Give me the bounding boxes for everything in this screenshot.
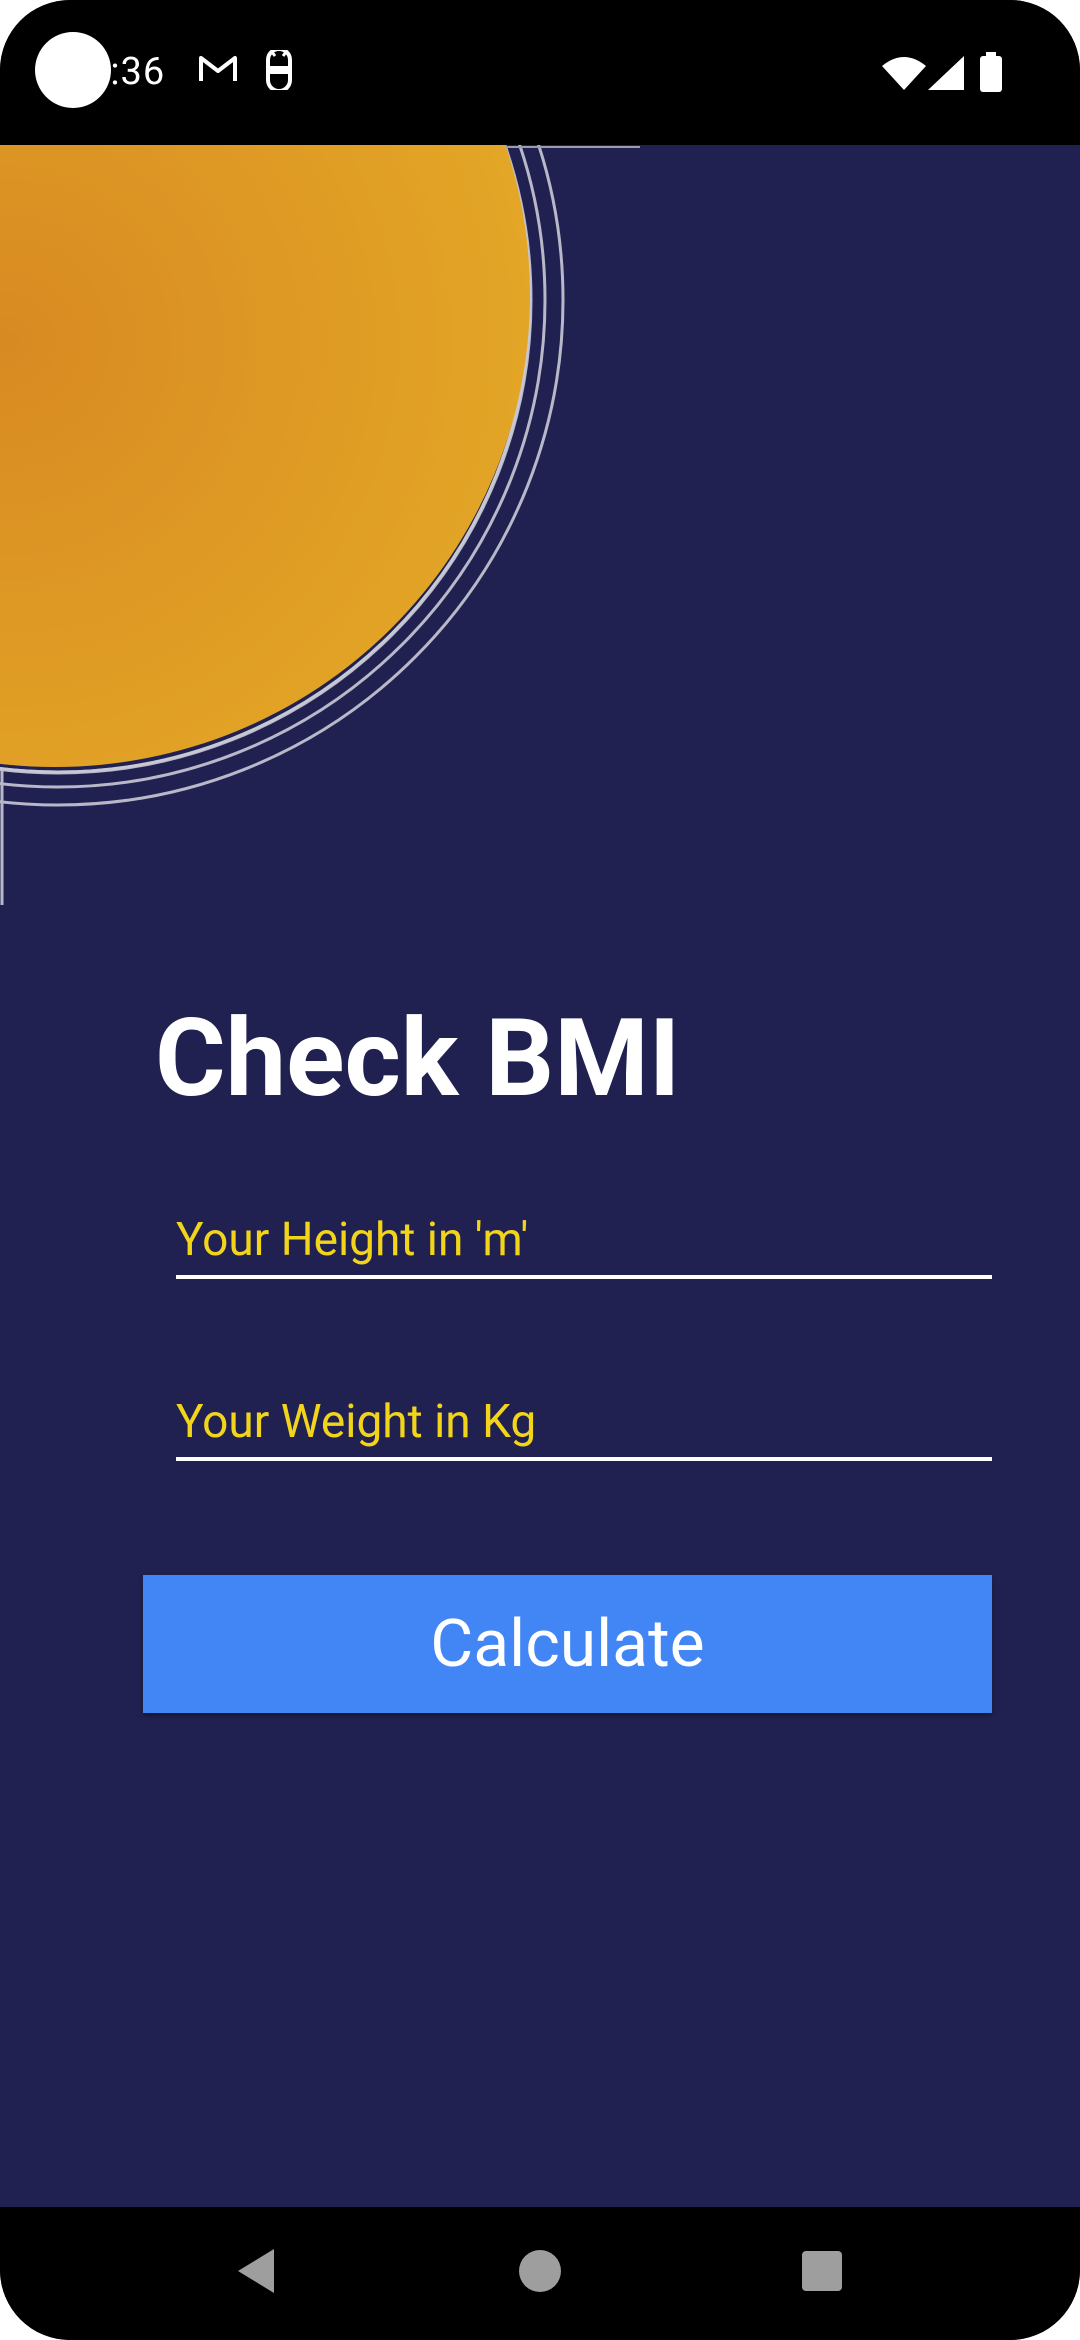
- sun-decoration: [0, 145, 640, 905]
- battery-icon: [980, 52, 1002, 96]
- phone-screen: 0:36 Check BMI Your Height in 'm' Your W…: [0, 0, 1080, 2340]
- home-icon[interactable]: [518, 2247, 562, 2299]
- gmail-icon: [198, 54, 238, 88]
- calculate-button[interactable]: Calculate: [143, 1575, 992, 1713]
- signal-icon: [928, 56, 964, 94]
- page-title: Check BMI: [155, 996, 681, 1122]
- height-input[interactable]: [176, 1205, 992, 1275]
- recents-icon[interactable]: [800, 2247, 844, 2299]
- sun-shape: [0, 145, 530, 767]
- weight-field-container: [176, 1387, 992, 1461]
- app-content: Check BMI Calculate: [0, 145, 1080, 2207]
- android-icon: [262, 47, 296, 94]
- status-bar: 0:36: [0, 0, 1080, 145]
- weight-input[interactable]: [176, 1387, 992, 1457]
- height-field-container: [176, 1205, 992, 1279]
- nav-bar: [0, 2207, 1080, 2340]
- back-icon[interactable]: [234, 2247, 278, 2299]
- camera-cutout: [35, 32, 111, 108]
- wifi-icon: [882, 56, 926, 94]
